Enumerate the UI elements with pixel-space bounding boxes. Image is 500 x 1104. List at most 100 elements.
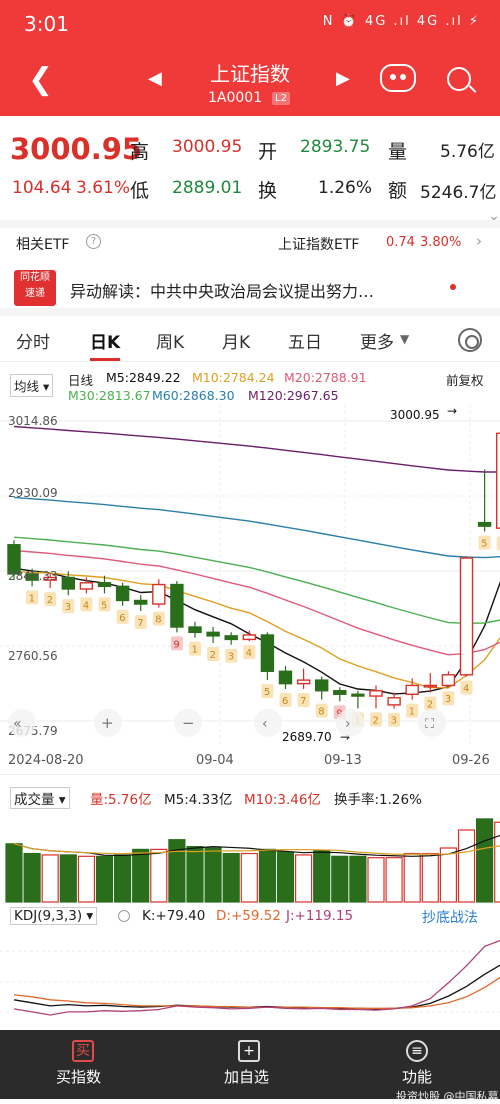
add-watchlist-button[interactable]: + 加自选 [218, 1030, 282, 1099]
prev-button[interactable] [254, 709, 282, 737]
status-icons: N ⏰ 4G .ıl 4G .ıl ⚡ [322, 14, 480, 29]
td-badge-label: 4 [246, 648, 252, 659]
volume-bar [258, 848, 276, 903]
adjust-mode[interactable]: 前复权 [446, 370, 484, 389]
ma30-value: M30:2813.67 [68, 388, 151, 403]
settings-icon[interactable] [458, 328, 482, 352]
turnover-value: 1.26% [318, 178, 373, 198]
related-etf-row[interactable]: 相关ETF ? 上证指数ETF 0.74 3.80% › [0, 220, 500, 260]
x-tick-3: 09-26 [452, 753, 490, 768]
td-badge-label: 3 [65, 602, 71, 613]
tab-more[interactable]: 更多 [360, 328, 394, 353]
menu-icon: ≡ [406, 1040, 428, 1062]
x-axis: 2024-08-20 09-04 09-13 09-26 [0, 745, 500, 775]
candle [459, 557, 474, 676]
watermark: 投资炒股 @中国私募日记 [396, 1090, 500, 1103]
change-value: 104.64 [12, 178, 72, 198]
volume-bar [367, 857, 385, 903]
next-stock-icon[interactable]: ▶ [336, 68, 350, 89]
td-badge-label: 3 [228, 652, 234, 663]
kdj-info-icon[interactable] [118, 910, 130, 922]
y-tick-0: 3014.86 [8, 414, 58, 428]
high-label: 高 [130, 141, 150, 163]
candle [115, 585, 130, 602]
td-badge-label: 1 [29, 593, 35, 604]
volume-selector[interactable]: 成交量 ▾ [10, 787, 70, 809]
tab-timeshare[interactable]: 分时 [16, 328, 50, 353]
td-badge-label: 3 [445, 694, 451, 705]
volume-bar [313, 850, 331, 903]
low-label: 低 [130, 180, 150, 202]
plus-icon: + [101, 714, 114, 732]
tab-weekly-k[interactable]: 周K [156, 328, 184, 353]
kdj-selector[interactable]: KDJ(9,3,3) ▾ [10, 907, 98, 925]
candle [423, 684, 437, 688]
stock-code: 1A0001 [208, 90, 263, 106]
news-banner[interactable]: 同花顺 速递 异动解读：中共中央政治局会议提出努力… [0, 262, 500, 316]
ma20-value: M20:2788.91 [284, 370, 367, 385]
minus-icon: − [182, 714, 195, 732]
kdj-chart [0, 939, 500, 1016]
strategy-link[interactable]: 抄底战法 [422, 907, 478, 927]
top-header: ❮ ◀ 上证指数 ▶ 1A0001 L2 [0, 50, 500, 116]
robot-icon[interactable] [380, 64, 416, 92]
volume-bar [385, 857, 403, 903]
volume-bar [5, 843, 23, 903]
help-icon[interactable]: ? [86, 234, 101, 249]
news-text: 异动解读：中共中央政治局会议提出努力… [70, 282, 375, 301]
kdj-j: J:+119.15 [286, 908, 354, 924]
turnover-label: 换 [258, 180, 278, 202]
volume-bar [439, 847, 457, 903]
chevron-left-icon: ‹ [262, 716, 268, 732]
bottom-toolbar: 买 买指数 + 加自选 ≡ 功能 投资炒股 @中国私募日记 [0, 1030, 500, 1103]
tab-five-day[interactable]: 五日 [288, 328, 322, 353]
volume-bar [150, 848, 168, 903]
volume-bar [59, 854, 77, 903]
chart-tabs: 分时 日K 周K 月K 五日 更多 ▼ [0, 318, 500, 362]
search-icon[interactable] [447, 67, 471, 91]
td-badge-label: 7 [300, 696, 306, 707]
buy-index-button[interactable]: 买 买指数 [52, 1030, 116, 1099]
candle [133, 599, 148, 605]
y-tick-2: 2845.33 [8, 569, 58, 583]
x-tick-1: 09-04 [196, 753, 234, 768]
volume-bar [113, 854, 132, 903]
volume-bar [295, 854, 313, 903]
volume-chart [5, 818, 500, 903]
candle [79, 582, 94, 590]
kdj-k-line [13, 964, 500, 1010]
unread-dot [450, 284, 456, 290]
double-left-icon: « [13, 716, 22, 732]
tab-daily-k[interactable]: 日K [90, 328, 121, 361]
chevron-right-icon: › [345, 716, 351, 732]
ma60-line [13, 496, 500, 559]
candle [369, 690, 383, 697]
volume-m10: M10:3.46亿 [244, 792, 321, 808]
candle [170, 583, 184, 628]
fullscreen-icon: ⛶ [424, 717, 435, 732]
tab-monthly-k[interactable]: 月K [222, 328, 250, 353]
ma-legend: 均线 ▾ 日线 M5:2849.22 M10:2784.24 M20:2788.… [0, 368, 500, 404]
amount-value: 5246.7亿 [420, 183, 497, 203]
candle [260, 634, 275, 672]
td-badge-label: 2 [427, 700, 433, 711]
td-badge-label: 2 [210, 650, 216, 661]
volume-bar [41, 854, 59, 903]
high-arrow-icon: → [447, 405, 457, 418]
more-dropdown-icon[interactable]: ▼ [400, 332, 409, 346]
volume-value: 5.76亿 [440, 142, 495, 162]
td-badge-label: 6 [119, 613, 125, 624]
etf-name: 上证指数ETF [278, 237, 360, 253]
candlestick-chart[interactable]: 123456789123456789123123456 3014.86 2930… [0, 405, 500, 745]
open-label: 开 [258, 141, 278, 163]
low-value: 2889.01 [172, 178, 243, 198]
candle [441, 674, 456, 687]
volume-bar [132, 848, 150, 903]
status-bar: 3:01 N ⏰ 4G .ıl 4G .ıl ⚡ [0, 0, 500, 50]
low-annotation: 2689.70 [282, 730, 332, 744]
x-tick-0: 2024-08-20 [8, 753, 84, 768]
x-tick-2: 09-13 [324, 753, 362, 768]
plus-box-icon: + [238, 1040, 260, 1062]
td-badge-label: 5 [101, 600, 107, 611]
ma-selector[interactable]: 均线 ▾ [10, 374, 54, 397]
